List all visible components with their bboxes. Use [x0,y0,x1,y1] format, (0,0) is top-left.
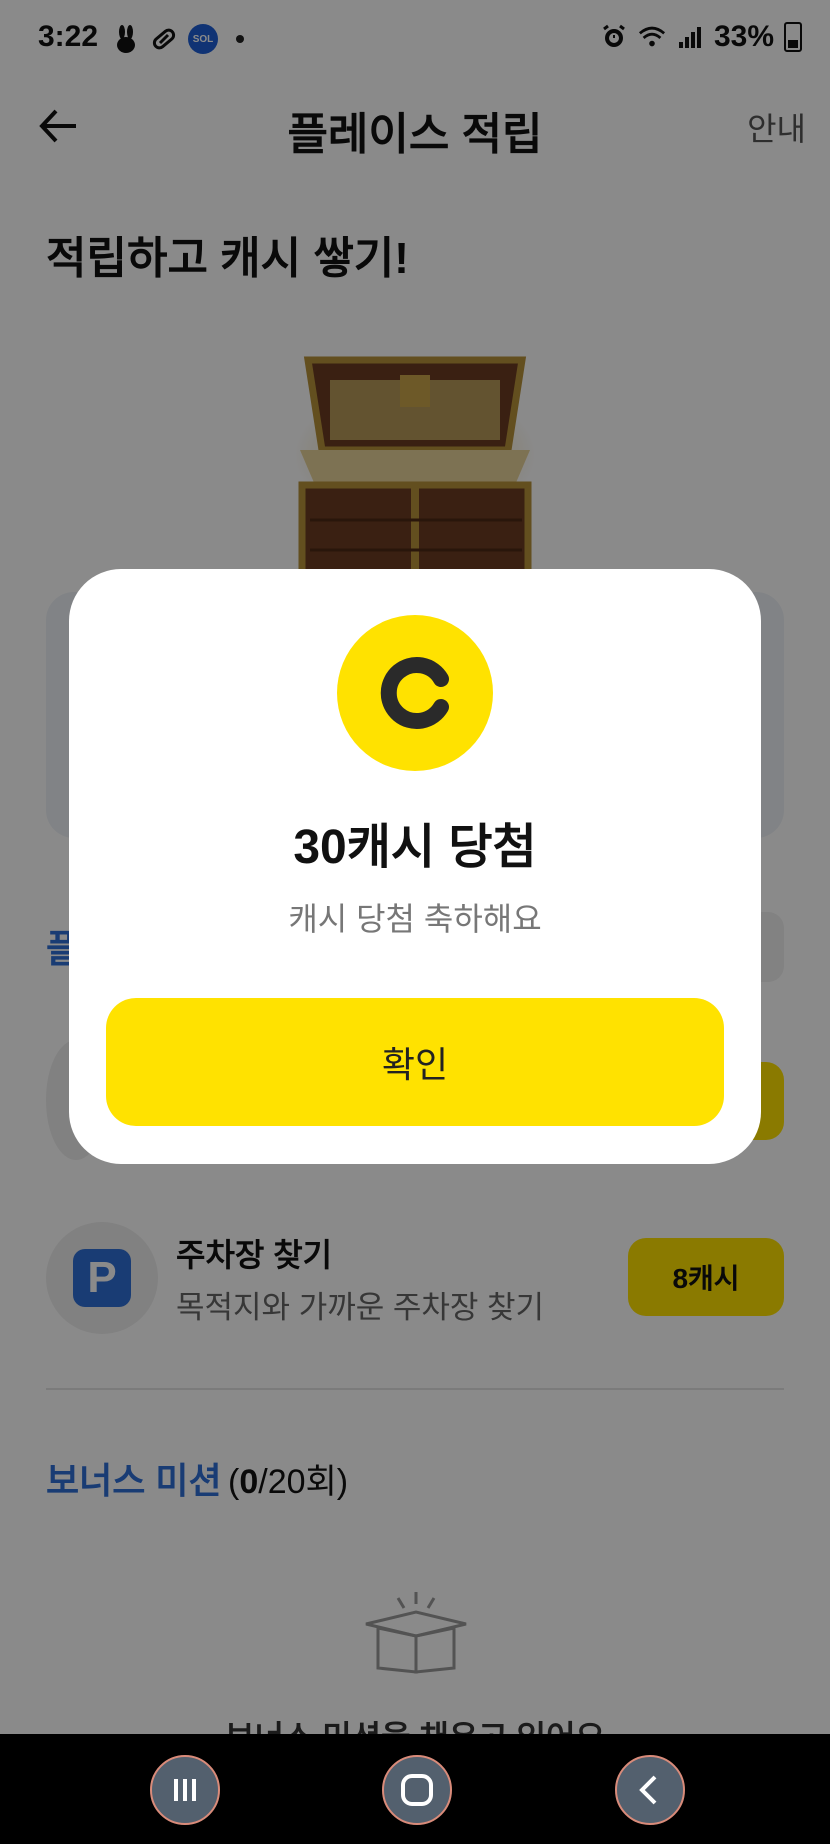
home-icon [401,1774,433,1806]
system-back-button[interactable] [615,1755,685,1825]
dialog-subtitle: 캐시 당첨 축하해요 [288,901,542,937]
dialog-title: 30캐시 당첨 [293,821,537,874]
c-letter-icon [380,657,449,729]
home-button[interactable] [382,1755,452,1825]
system-nav-bar [0,1734,830,1844]
cash-win-dialog: 30캐시 당첨 캐시 당첨 축하해요 확인 [69,569,761,1164]
recent-apps-icon [174,1779,196,1801]
confirm-button[interactable]: 확인 [106,998,724,1126]
cash-coin-icon [337,615,493,771]
chevron-left-icon [639,1775,657,1805]
recent-apps-button[interactable] [150,1755,220,1825]
